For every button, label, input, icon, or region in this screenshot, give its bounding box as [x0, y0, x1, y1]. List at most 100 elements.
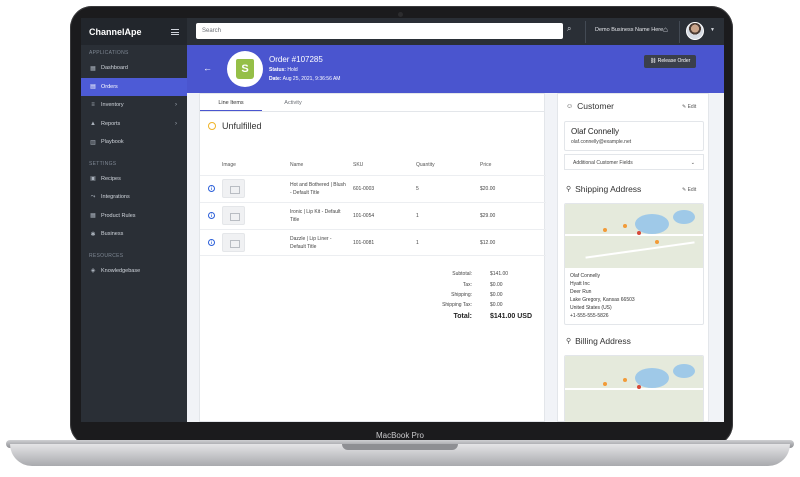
map-pin	[623, 378, 627, 382]
product-sku: 601-0003	[353, 186, 375, 192]
search-icon[interactable]: ⌕	[567, 24, 571, 34]
tax-value: $0.00	[490, 282, 503, 288]
col-header-sku: SKU	[353, 162, 364, 168]
map-lake	[673, 364, 695, 378]
sidebar-item-dashboard[interactable]: ▦ Dashboard	[81, 59, 187, 78]
map-road	[565, 388, 703, 390]
additional-customer-fields[interactable]: Additional Customer Fields ⌄	[564, 154, 704, 170]
cart-icon: ▤	[90, 84, 96, 91]
chevron-down-icon[interactable]: ▼	[710, 27, 715, 33]
shipping-tax-label: Shipping Tax:	[442, 302, 472, 308]
table-row[interactable]: i Ironic | Lip Kit - Default Title 101-0…	[200, 202, 546, 229]
sidebar: ChannelApe APPLICATIONS ▦ Dashboard ▤ Orde…	[81, 18, 187, 422]
device-brand-label: MacBook Pro	[375, 431, 425, 440]
business-icon: ✱	[90, 231, 96, 238]
chevron-right-icon: ›	[175, 120, 177, 127]
product-quantity: 1	[416, 213, 419, 219]
billing-map[interactable]	[565, 356, 703, 422]
map-pin	[637, 231, 641, 235]
menu-toggle-icon[interactable]	[171, 28, 179, 35]
search-input[interactable]: Search	[196, 23, 563, 39]
topbar: Search ⌕ Demo Business Name Here ⌂ ▼	[187, 18, 724, 45]
sidebar-item-recipes[interactable]: ▣ Recipes	[81, 170, 187, 189]
product-sku: 101-0054	[353, 213, 375, 219]
sidebar-item-business[interactable]: ✱ Business	[81, 225, 187, 244]
order-title: Order #107285	[269, 55, 323, 64]
pencil-icon: ✎	[682, 187, 687, 193]
sidebar-header: ChannelApe	[81, 18, 187, 45]
knowledge-icon: ◈	[90, 268, 96, 275]
subtotal-value: $141.00	[490, 271, 509, 277]
shipping-tax-value: $0.00	[490, 302, 503, 308]
camera	[398, 12, 403, 17]
sidebar-item-inventory[interactable]: ≡ Inventory ›	[81, 96, 187, 115]
product-name[interactable]: Dazzle | Lip Liner - Default Title	[290, 236, 348, 251]
shipping-map[interactable]	[565, 204, 703, 268]
section-resources: RESOURCES	[89, 252, 124, 259]
edit-customer-button[interactable]: ✎ Edit	[682, 104, 696, 110]
shipping-value: $0.00	[490, 292, 503, 298]
dashboard-icon: ▦	[90, 65, 96, 72]
map-pin	[623, 224, 627, 228]
order-status: Status: Hold	[269, 67, 298, 73]
pencil-icon: ✎	[682, 104, 687, 110]
app-logo[interactable]: ChannelApe	[89, 27, 142, 37]
edit-shipping-button[interactable]: ✎ Edit	[682, 187, 696, 193]
business-name[interactable]: Demo Business Name Here	[595, 27, 663, 33]
sidebar-item-playbook[interactable]: ▥ Playbook	[81, 133, 187, 152]
shopify-bag-icon: S	[236, 59, 254, 79]
tab-line-items[interactable]: Line Items	[200, 94, 262, 111]
info-icon[interactable]: i	[208, 185, 215, 192]
product-price: $20.00	[480, 186, 496, 192]
section-applications: APPLICATIONS	[89, 50, 129, 56]
product-name[interactable]: Hot and Bothered | Blush - Default Title	[290, 182, 348, 197]
sidebar-item-reports[interactable]: ▲ Reports ›	[81, 115, 187, 134]
order-date: Date: Aug 25, 2021, 9:36:56 AM	[269, 76, 341, 82]
sidebar-item-integrations[interactable]: ⤳ Integrations	[81, 188, 187, 207]
shipping-label: Shipping:	[451, 292, 472, 298]
product-image	[222, 233, 245, 252]
product-quantity: 1	[416, 240, 419, 246]
info-icon[interactable]: i	[208, 239, 215, 246]
product-image	[222, 206, 245, 225]
chevron-right-icon: ›	[175, 102, 177, 109]
chevron-down-icon: ⌄	[690, 160, 695, 166]
col-header-image: Image	[222, 162, 236, 168]
store-icon[interactable]: ⌂	[663, 25, 668, 34]
sidebar-item-product-rules[interactable]: ▦ Product Rules	[81, 207, 187, 226]
col-header-quantity: Quantity	[416, 162, 435, 168]
sidebar-item-knowledgebase[interactable]: ◈ Knowledgebase	[81, 262, 187, 281]
fulfillment-status: Unfulfilled	[208, 121, 262, 131]
map-lake	[673, 210, 695, 224]
billing-heading: ⚲ Billing Address	[566, 336, 631, 346]
tab-activity[interactable]: Activity	[262, 94, 324, 111]
order-header: ← S Order #107285 Status: Hold Date: Aug…	[187, 45, 724, 93]
map-pin-icon: ⚲	[566, 186, 572, 193]
sidebar-item-orders[interactable]: ▤ Orders	[81, 77, 187, 96]
back-arrow-icon[interactable]: ←	[203, 63, 212, 73]
release-order-button[interactable]: ⛓ Release Order	[644, 55, 697, 68]
divider	[585, 21, 586, 43]
pending-circle-icon	[208, 122, 216, 130]
tax-label: Tax:	[462, 282, 472, 288]
shipping-heading: ⚲ Shipping Address	[566, 184, 642, 194]
product-name[interactable]: Ironic | Lip Kit - Default Title	[290, 209, 348, 224]
laptop-notch	[342, 444, 458, 450]
map-pin	[603, 228, 607, 232]
info-icon[interactable]: i	[208, 212, 215, 219]
table-row[interactable]: i Dazzle | Lip Liner - Default Title 101…	[200, 229, 546, 256]
map-road	[565, 234, 703, 236]
product-quantity: 5	[416, 186, 419, 192]
laptop-frame: ChannelApe APPLICATIONS ▦ Dashboard ▤ Orde…	[0, 0, 800, 477]
map-road	[585, 241, 695, 259]
customer-email[interactable]: olaf.connelly@example.net	[571, 139, 631, 145]
table-row[interactable]: i Hot and Bothered | Blush - Default Tit…	[200, 175, 546, 202]
map-pin	[603, 382, 607, 386]
map-pin-icon: ⚲	[566, 338, 572, 345]
product-image	[222, 179, 245, 198]
app-screen: ChannelApe APPLICATIONS ▦ Dashboard ▤ Orde…	[81, 18, 724, 422]
avatar[interactable]	[686, 22, 704, 40]
customer-info: Olaf Connelly olaf.connelly@example.net	[564, 121, 704, 151]
map-pin	[637, 385, 641, 389]
tab-bar: Line Items Activity	[200, 94, 544, 112]
